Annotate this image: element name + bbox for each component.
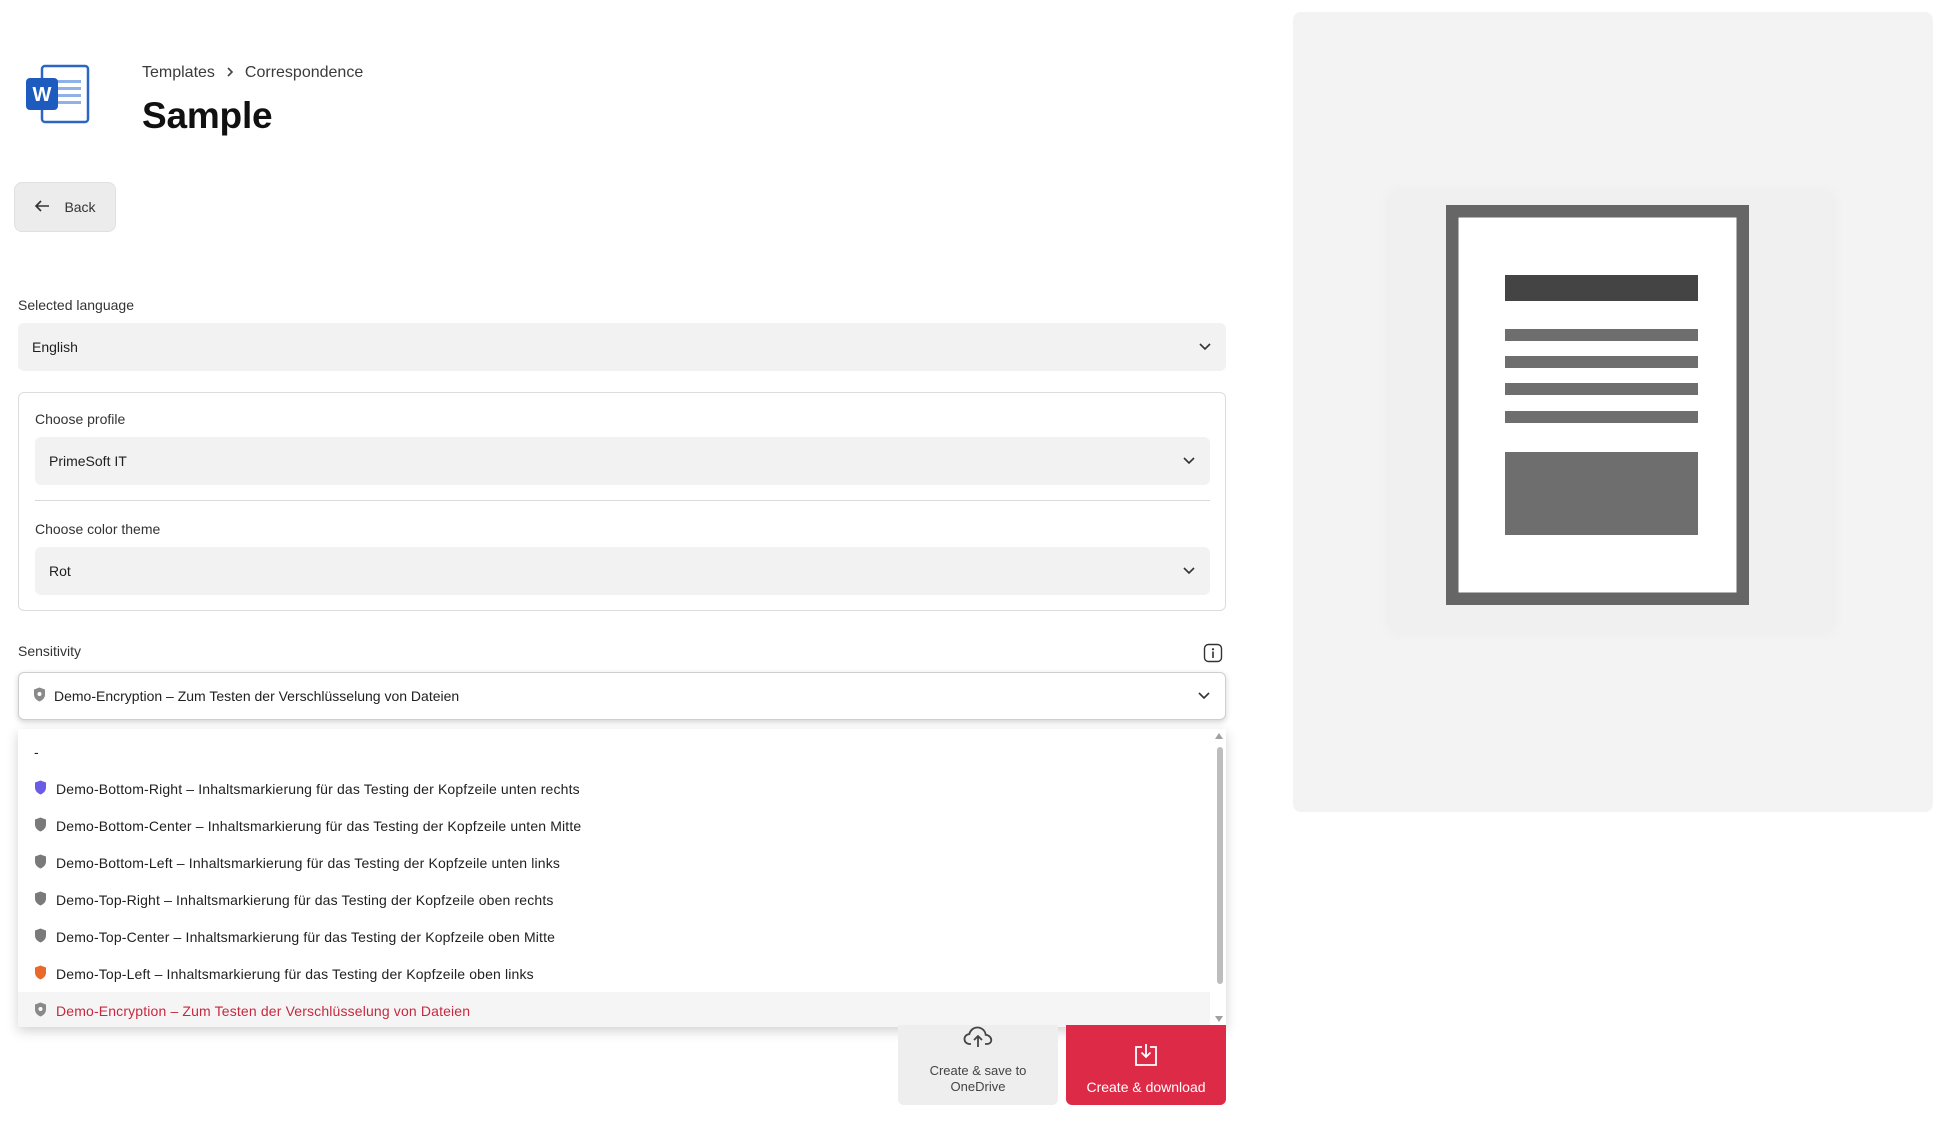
download-icon [1133,1042,1159,1071]
sensitivity-option[interactable]: Demo-Top-Left – Inhaltsmarkierung für da… [18,955,1210,992]
shield-icon [33,687,46,705]
language-select[interactable]: English [18,323,1226,371]
breadcrumb-item-templates[interactable]: Templates [142,64,215,82]
scrollbar-thumb[interactable] [1217,747,1223,984]
color-theme-label: Choose color theme [35,521,161,537]
onedrive-button-label: Create & save to OneDrive [929,1063,1027,1094]
scroll-up-arrow[interactable] [1215,733,1223,739]
arrow-left-icon [34,199,50,216]
sensitivity-option-label: Demo-Top-Right – Inhaltsmarkierung für d… [56,891,554,908]
sensitivity-option-label: Demo-Bottom-Right – Inhaltsmarkierung fü… [56,780,580,797]
sensitivity-option-label: Demo-Bottom-Center – Inhaltsmarkierung f… [56,817,582,834]
chevron-down-icon [1198,339,1212,356]
breadcrumb-item-correspondence[interactable]: Correspondence [245,64,363,82]
sensitivity-option-label: Demo-Bottom-Left – Inhaltsmarkierung für… [56,854,561,871]
sensitivity-option[interactable]: Demo-Bottom-Right – Inhaltsmarkierung fü… [18,770,1210,807]
shield-icon [34,1002,47,1020]
language-label: Selected language [18,297,134,313]
download-button-label: Create & download [1086,1078,1206,1095]
sensitivity-option-label: - [34,743,39,760]
svg-text:W: W [33,84,52,106]
sensitivity-dropdown-list[interactable]: - Demo-Bottom-Right – Inhaltsmarkierung f… [18,729,1226,1027]
profile-value: PrimeSoft IT [49,453,127,469]
breadcrumb: Templates Correspondence [142,64,363,82]
sensitivity-option[interactable]: Demo-Bottom-Left – Inhaltsmarkierung für… [18,844,1210,881]
scroll-down-arrow[interactable] [1215,1016,1223,1022]
create-download-button[interactable]: Create & download [1066,1025,1226,1105]
divider [35,500,1210,501]
sensitivity-value: Demo-Encryption – Zum Testen der Verschl… [54,688,460,704]
profile-label: Choose profile [35,411,126,427]
cloud-upload-icon [963,1025,993,1053]
create-save-onedrive-button[interactable]: Create & save to OneDrive [898,1025,1058,1105]
sensitivity-option[interactable]: Demo-Encryption – Zum Testen der Verschl… [18,992,1210,1027]
shield-icon [34,817,47,835]
sensitivity-label: Sensitivity [18,643,82,659]
sensitivity-select[interactable]: Demo-Encryption – Zum Testen der Verschl… [18,672,1226,720]
language-value: English [32,339,78,355]
sensitivity-option-label: Demo-Top-Left – Inhaltsmarkierung für da… [56,965,534,982]
shield-icon [34,965,47,983]
shield-icon [34,780,47,798]
chevron-down-icon [1197,688,1211,705]
chevron-right-icon [225,65,235,81]
color-theme-value: Rot [49,563,71,579]
sensitivity-option[interactable]: Demo-Bottom-Center – Inhaltsmarkierung f… [18,807,1210,844]
page-title: Sample [142,95,273,136]
shield-icon [34,891,47,909]
shield-icon [34,928,47,946]
info-icon[interactable] [1203,643,1223,663]
document-preview-thumbnail [1445,204,1750,606]
shield-icon [34,854,47,872]
sensitivity-option-label: Demo-Encryption – Zum Testen der Verschl… [56,1002,471,1019]
sensitivity-option[interactable]: Demo-Top-Right – Inhaltsmarkierung für d… [18,881,1210,918]
chevron-down-icon [1182,563,1196,580]
chevron-down-icon [1182,453,1196,470]
profile-select[interactable]: PrimeSoft IT [35,437,1210,485]
word-icon: W [22,62,94,128]
sensitivity-option[interactable]: - [18,733,1210,770]
back-button-label: Back [64,199,96,215]
back-button[interactable]: Back [14,182,116,232]
sensitivity-option[interactable]: Demo-Top-Center – Inhaltsmarkierung für … [18,918,1210,955]
sensitivity-option-label: Demo-Top-Center – Inhaltsmarkierung für … [56,928,556,945]
color-theme-select[interactable]: Rot [35,547,1210,595]
